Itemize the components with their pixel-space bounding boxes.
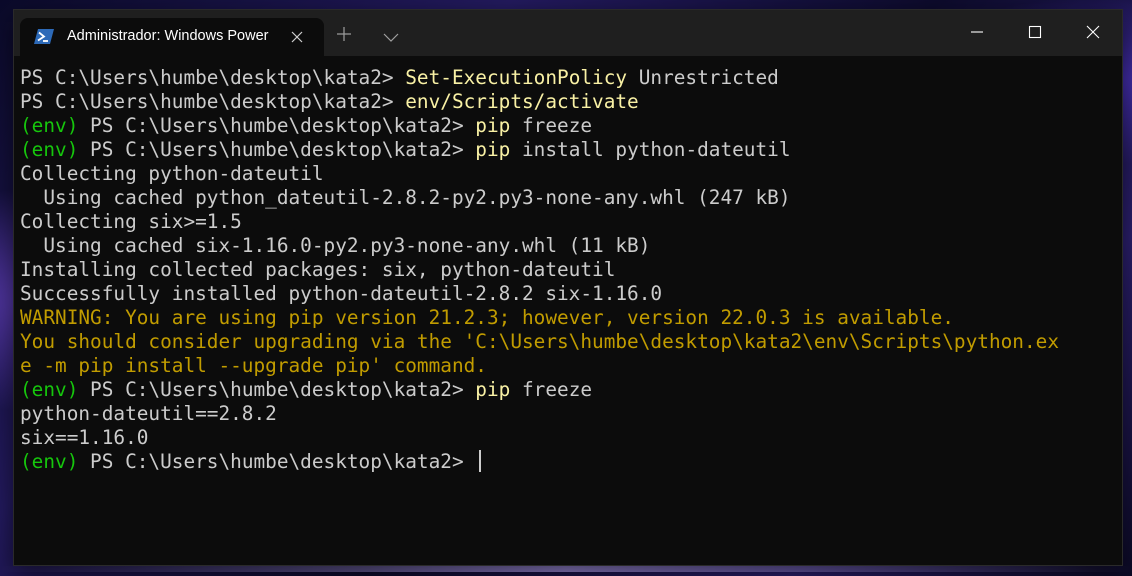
warning-line: WARNING: You are using pip version 21.2.…: [20, 306, 954, 329]
close-icon: [1086, 25, 1100, 39]
tab-title: Administrador: Windows Power: [67, 28, 269, 44]
warning-line: You should consider upgrading via the 'C…: [20, 330, 1059, 353]
warning-line: e -m pip install --upgrade pip' command.: [20, 354, 487, 377]
command: env/Scripts/activate: [405, 90, 639, 113]
terminal-line: (env) PS C:\Users\humbe\desktop\kata2> p…: [20, 138, 1120, 162]
env-prefix: (env): [20, 450, 79, 473]
command: Set-ExecutionPolicy: [405, 66, 628, 89]
prompt: PS C:\Users\humbe\desktop\kata2>: [78, 378, 476, 401]
prompt: PS C:\Users\humbe\desktop\kata2>: [20, 90, 406, 113]
maximize-button[interactable]: [1006, 10, 1064, 54]
minimize-icon: [971, 31, 983, 33]
terminal-line: python-dateutil==2.8.2: [20, 402, 277, 425]
prompt: PS C:\Users\humbe\desktop\kata2>: [78, 450, 476, 473]
terminal-line: (env) PS C:\Users\humbe\desktop\kata2> p…: [20, 378, 1120, 402]
terminal-line: Collecting python-dateutil: [20, 162, 324, 185]
chevron-down-icon[interactable]: [382, 28, 400, 42]
minimize-button[interactable]: [948, 10, 1006, 54]
command: pip: [475, 138, 511, 161]
maximize-icon: [1028, 25, 1042, 39]
terminal-line: PS C:\Users\humbe\desktop\kata2> env/Scr…: [20, 90, 1120, 114]
tab-powershell[interactable]: Administrador: Windows Power: [20, 18, 324, 56]
tab-close-icon[interactable]: [290, 29, 304, 43]
command-args: install python-dateutil: [510, 138, 791, 161]
terminal-line: six==1.16.0: [20, 426, 149, 449]
command-args: freeze: [510, 378, 593, 401]
command: pip: [475, 378, 511, 401]
wallpaper-streak: [0, 566, 1132, 572]
env-prefix: (env): [20, 138, 79, 161]
terminal-line: Installing collected packages: six, pyth…: [20, 258, 616, 281]
terminal-line: Successfully installed python-dateutil-2…: [20, 282, 663, 305]
terminal-output[interactable]: PS C:\Users\humbe\desktop\kata2> Set-Exe…: [20, 66, 1120, 556]
command-args: Unrestricted: [627, 66, 779, 89]
new-tab-plus-icon[interactable]: [336, 26, 352, 42]
command-args: freeze: [510, 114, 593, 137]
prompt: PS C:\Users\humbe\desktop\kata2>: [78, 114, 476, 137]
terminal-window: Administrador: Windows Power PS C:\Users…: [14, 10, 1122, 565]
terminal-line: PS C:\Users\humbe\desktop\kata2> Set-Exe…: [20, 66, 1120, 90]
terminal-line: Using cached python_dateutil-2.8.2-py2.p…: [20, 186, 791, 209]
terminal-line: (env) PS C:\Users\humbe\desktop\kata2> p…: [20, 114, 1120, 138]
command: pip: [475, 114, 511, 137]
env-prefix: (env): [20, 378, 79, 401]
title-bar[interactable]: Administrador: Windows Power: [14, 10, 1122, 56]
env-prefix: (env): [20, 114, 79, 137]
terminal-line: Using cached six-1.16.0-py2.py3-none-any…: [20, 234, 651, 257]
text-cursor[interactable]: [479, 450, 482, 472]
terminal-line: Collecting six>=1.5: [20, 210, 242, 233]
powershell-icon: [34, 28, 54, 45]
prompt: PS C:\Users\humbe\desktop\kata2>: [20, 66, 406, 89]
prompt: PS C:\Users\humbe\desktop\kata2>: [78, 138, 476, 161]
close-button[interactable]: [1064, 10, 1122, 54]
terminal-line: (env) PS C:\Users\humbe\desktop\kata2>: [20, 450, 1120, 474]
